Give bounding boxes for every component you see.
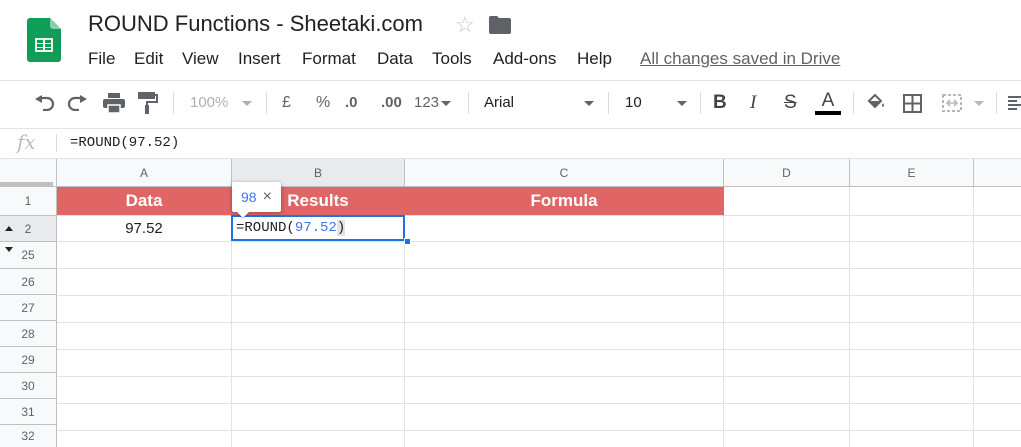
text-color-swatch: [815, 111, 841, 115]
formula-bar-separator: [56, 134, 57, 152]
save-status-link[interactable]: All changes saved in Drive: [640, 49, 840, 69]
row-header-25[interactable]: 25: [0, 242, 57, 269]
formula-argument: 97.52: [294, 220, 337, 236]
menu-format[interactable]: Format: [302, 49, 356, 69]
font-family-select[interactable]: Arial: [484, 91, 596, 115]
toolbar-separator: [853, 92, 854, 114]
column-header-a[interactable]: A: [57, 159, 232, 187]
chevron-down-icon: [584, 100, 594, 106]
row-header-26[interactable]: 26: [0, 269, 57, 295]
toolbar-separator: [468, 92, 469, 114]
toolbar-separator: [608, 92, 609, 114]
paint-format-icon[interactable]: [138, 91, 158, 115]
fill-color-icon[interactable]: [866, 91, 886, 115]
column-header-d[interactable]: D: [724, 159, 850, 187]
collapse-up-icon[interactable]: [5, 226, 13, 231]
undo-icon[interactable]: [33, 91, 55, 115]
row-header-32[interactable]: 32: [0, 425, 57, 447]
redo-icon[interactable]: [67, 91, 89, 115]
grid-row-lines: [57, 242, 1021, 447]
row-header-27[interactable]: 27: [0, 295, 57, 321]
expand-down-icon[interactable]: [5, 247, 13, 252]
formula-input[interactable]: =ROUND(97.52): [70, 135, 179, 151]
menu-insert[interactable]: Insert: [238, 49, 281, 69]
chevron-down-icon: [441, 100, 452, 106]
column-header-c[interactable]: C: [405, 159, 724, 187]
increase-decimal-button[interactable]: .00: [381, 91, 402, 115]
formula-function: =ROUND(: [236, 220, 295, 236]
merge-cells-icon[interactable]: [942, 91, 984, 115]
row-header-25-label: 25: [21, 248, 35, 262]
fill-handle[interactable]: [404, 238, 411, 245]
decrease-decimal-label: .0: [345, 94, 358, 111]
toolbar-separator: [266, 92, 267, 114]
column-header-e[interactable]: E: [850, 159, 974, 187]
italic-button[interactable]: I: [750, 91, 756, 115]
increase-decimal-label: .00: [381, 94, 402, 111]
sheets-logo[interactable]: [27, 18, 61, 62]
cell-b2-editor[interactable]: =ROUND(97.52): [231, 215, 405, 241]
document-title[interactable]: ROUND Functions - Sheetaki.com: [88, 11, 423, 37]
cell-c1[interactable]: Formula: [405, 187, 724, 216]
font-size-select[interactable]: 10: [625, 91, 689, 115]
more-formats-button[interactable]: 123: [414, 91, 452, 115]
decrease-decimal-button[interactable]: .0: [345, 91, 358, 115]
star-icon[interactable]: ☆: [455, 13, 475, 37]
more-formats-label: 123: [414, 94, 440, 111]
row-header-2[interactable]: 2: [0, 216, 57, 242]
percent-format-button[interactable]: %: [316, 91, 330, 115]
chevron-down-icon: [974, 100, 984, 106]
menu-edit[interactable]: Edit: [134, 49, 163, 69]
menu-data[interactable]: Data: [377, 49, 413, 69]
folder-icon[interactable]: [489, 16, 511, 34]
menu-help[interactable]: Help: [577, 49, 612, 69]
row-header-1[interactable]: 1: [0, 187, 57, 216]
column-header-f[interactable]: [974, 159, 1021, 187]
print-icon[interactable]: [103, 91, 125, 115]
fx-icon: fx: [17, 130, 36, 154]
borders-icon[interactable]: [903, 91, 922, 115]
zoom-value: 100%: [190, 94, 229, 111]
bold-button[interactable]: B: [713, 91, 727, 115]
grid-row-line: [724, 215, 1021, 216]
menu-view[interactable]: View: [182, 49, 219, 69]
row-header-2-label: 2: [24, 221, 32, 236]
row-header-29[interactable]: 29: [0, 347, 57, 373]
chevron-down-icon: [242, 100, 253, 106]
tooltip-arrow: [237, 212, 249, 218]
formula-result-tooltip: 98 ×: [232, 182, 281, 212]
close-icon[interactable]: ×: [263, 188, 272, 206]
menu-addons[interactable]: Add-ons: [493, 49, 556, 69]
strikethrough-button[interactable]: S: [784, 91, 797, 115]
horizontal-align-icon[interactable]: [1008, 91, 1021, 115]
select-all-corner[interactable]: [0, 159, 57, 187]
row-header-28[interactable]: 28: [0, 321, 57, 347]
menu-tools[interactable]: Tools: [432, 49, 472, 69]
currency-format-button[interactable]: £: [282, 91, 291, 115]
tooltip-value: 98: [241, 189, 257, 205]
toolbar-separator: [700, 92, 701, 114]
menu-file[interactable]: File: [88, 49, 115, 69]
cell-a2[interactable]: 97.52: [57, 216, 232, 242]
row-header-31[interactable]: 31: [0, 399, 57, 425]
row-header-30[interactable]: 30: [0, 373, 57, 399]
font-family-value: Arial: [484, 94, 515, 111]
chevron-down-icon: [677, 100, 687, 106]
text-color-label: A: [821, 90, 835, 111]
toolbar-separator: [996, 92, 997, 114]
cell-a1[interactable]: Data: [57, 187, 232, 216]
toolbar-separator: [173, 92, 174, 114]
text-color-button[interactable]: A: [815, 91, 841, 115]
font-size-value: 10: [625, 94, 642, 111]
formula-close-paren: ): [336, 220, 346, 236]
zoom-select[interactable]: 100%: [190, 91, 253, 115]
